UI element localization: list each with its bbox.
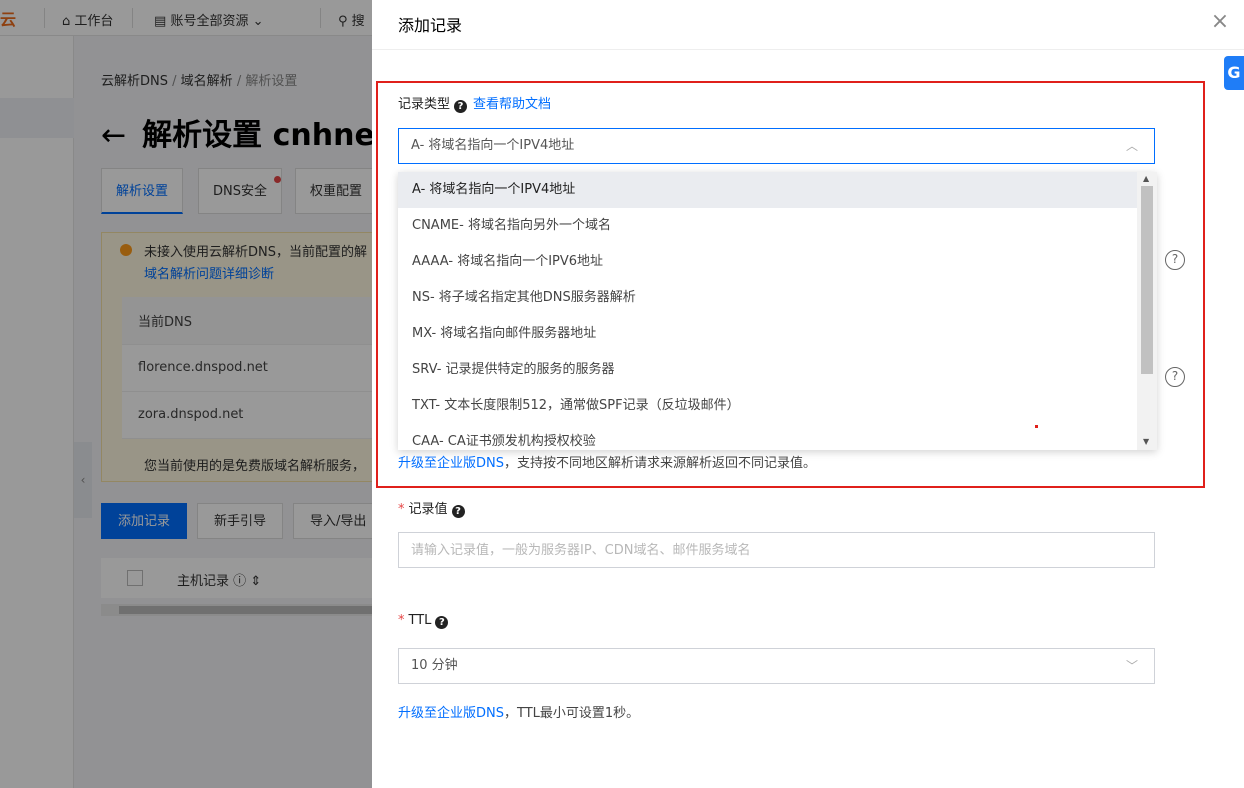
assistant-widget-icon[interactable]: G <box>1224 56 1244 90</box>
option-ns[interactable]: NS- 将子域名指定其他DNS服务器解析 <box>398 280 1137 316</box>
record-value-label: * 记录值? <box>398 498 465 518</box>
required-mark: * <box>398 502 405 517</box>
ttl-label-text: TTL <box>408 613 432 628</box>
option-srv[interactable]: SRV- 记录提供特定的服务的服务器 <box>398 352 1137 388</box>
ttl-selected: 10 分钟 <box>411 658 458 673</box>
ttl-upgrade-note: 升级至企业版DNS，TTL最小可设置1秒。 <box>398 702 639 721</box>
drawer-title: 添加记录 <box>398 16 463 35</box>
ttl-upgrade-text: ，TTL最小可设置1秒。 <box>504 706 640 721</box>
record-type-select[interactable]: A- 将域名指向一个IPV4地址 ︿ <box>398 128 1155 164</box>
record-type-dropdown: A- 将域名指向一个IPV4地址 CNAME- 将域名指向另外一个域名 AAAA… <box>398 172 1157 450</box>
drawer-header: 添加记录 × <box>372 0 1244 50</box>
ttl-label: * TTL? <box>398 613 449 629</box>
help-doc-link[interactable]: 查看帮助文档 <box>473 97 551 112</box>
line-upgrade-note: 升级至企业版DNS，支持按不同地区解析请求来源解析返回不同记录值。 <box>398 452 816 471</box>
option-cname[interactable]: CNAME- 将域名指向另外一个域名 <box>398 208 1137 244</box>
add-record-drawer: 添加记录 × G 记录类型? 查看帮助文档 A- 将域名指向一个IPV4地址 ︿ … <box>372 0 1244 788</box>
ttl-select[interactable]: 10 分钟 ﹀ <box>398 648 1155 684</box>
option-a[interactable]: A- 将域名指向一个IPV4地址 <box>398 172 1137 208</box>
overlay-mask[interactable] <box>0 0 372 788</box>
dropdown-scroll-thumb[interactable] <box>1141 186 1153 374</box>
option-mx[interactable]: MX- 将域名指向邮件服务器地址 <box>398 316 1137 352</box>
scroll-down-icon[interactable]: ▼ <box>1143 437 1149 446</box>
help-circle-icon[interactable]: ? <box>1165 367 1185 387</box>
upgrade-link[interactable]: 升级至企业版DNS <box>398 456 504 471</box>
option-txt[interactable]: TXT- 文本长度限制512，通常做SPF记录（反垃圾邮件） <box>398 388 1137 424</box>
record-type-label: 记录类型? 查看帮助文档 <box>398 93 551 113</box>
help-icon[interactable]: ? <box>435 616 449 629</box>
option-caa[interactable]: CAA- CA证书颁发机构授权校验 <box>398 424 1137 450</box>
option-aaaa[interactable]: AAAA- 将域名指向一个IPV6地址 <box>398 244 1137 280</box>
chevron-down-icon: ﹀ <box>1125 659 1138 673</box>
line-upgrade-text: ，支持按不同地区解析请求来源解析返回不同记录值。 <box>504 456 817 471</box>
help-icon[interactable]: ? <box>451 505 465 518</box>
dropdown-scrollbar[interactable]: ▲ ▼ <box>1137 172 1157 450</box>
marker-dot <box>1035 425 1038 428</box>
close-icon[interactable]: × <box>1208 10 1232 34</box>
required-mark: * <box>398 613 405 628</box>
help-circle-icon[interactable]: ? <box>1165 250 1185 270</box>
record-value-input[interactable] <box>398 532 1155 568</box>
record-value-label-text: 记录值 <box>408 502 448 517</box>
chevron-up-icon: ︿ <box>1125 139 1138 153</box>
record-type-selected: A- 将域名指向一个IPV4地址 <box>411 138 575 153</box>
upgrade-link[interactable]: 升级至企业版DNS <box>398 706 504 721</box>
record-type-label-text: 记录类型 <box>398 97 451 112</box>
scroll-up-icon[interactable]: ▲ <box>1143 174 1149 183</box>
help-icon[interactable]: ? <box>454 100 468 113</box>
